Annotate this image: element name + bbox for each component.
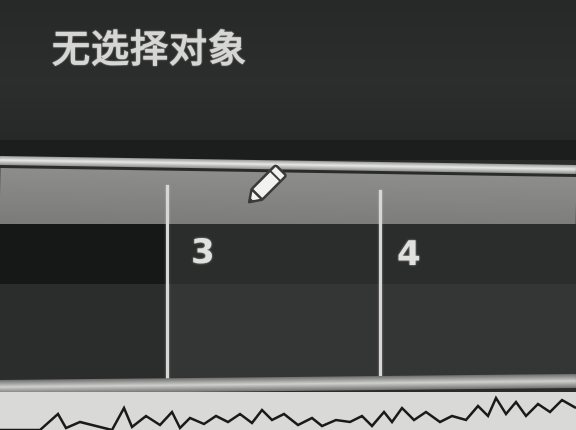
audio-region[interactable] [0, 392, 576, 430]
bar-marker-3[interactable]: 3 [191, 235, 215, 269]
bar-line-3 [166, 185, 169, 385]
track-lane[interactable] [0, 284, 576, 384]
bar-marker-4[interactable]: 4 [397, 237, 421, 271]
inspector-panel: 无选择对象 [0, 0, 576, 150]
waveform [0, 395, 576, 430]
pencil-icon [238, 150, 302, 218]
bar-line-4 [379, 190, 382, 382]
bar-ruler[interactable] [0, 224, 576, 284]
no-selection-label: 无选择对象 [52, 27, 248, 71]
